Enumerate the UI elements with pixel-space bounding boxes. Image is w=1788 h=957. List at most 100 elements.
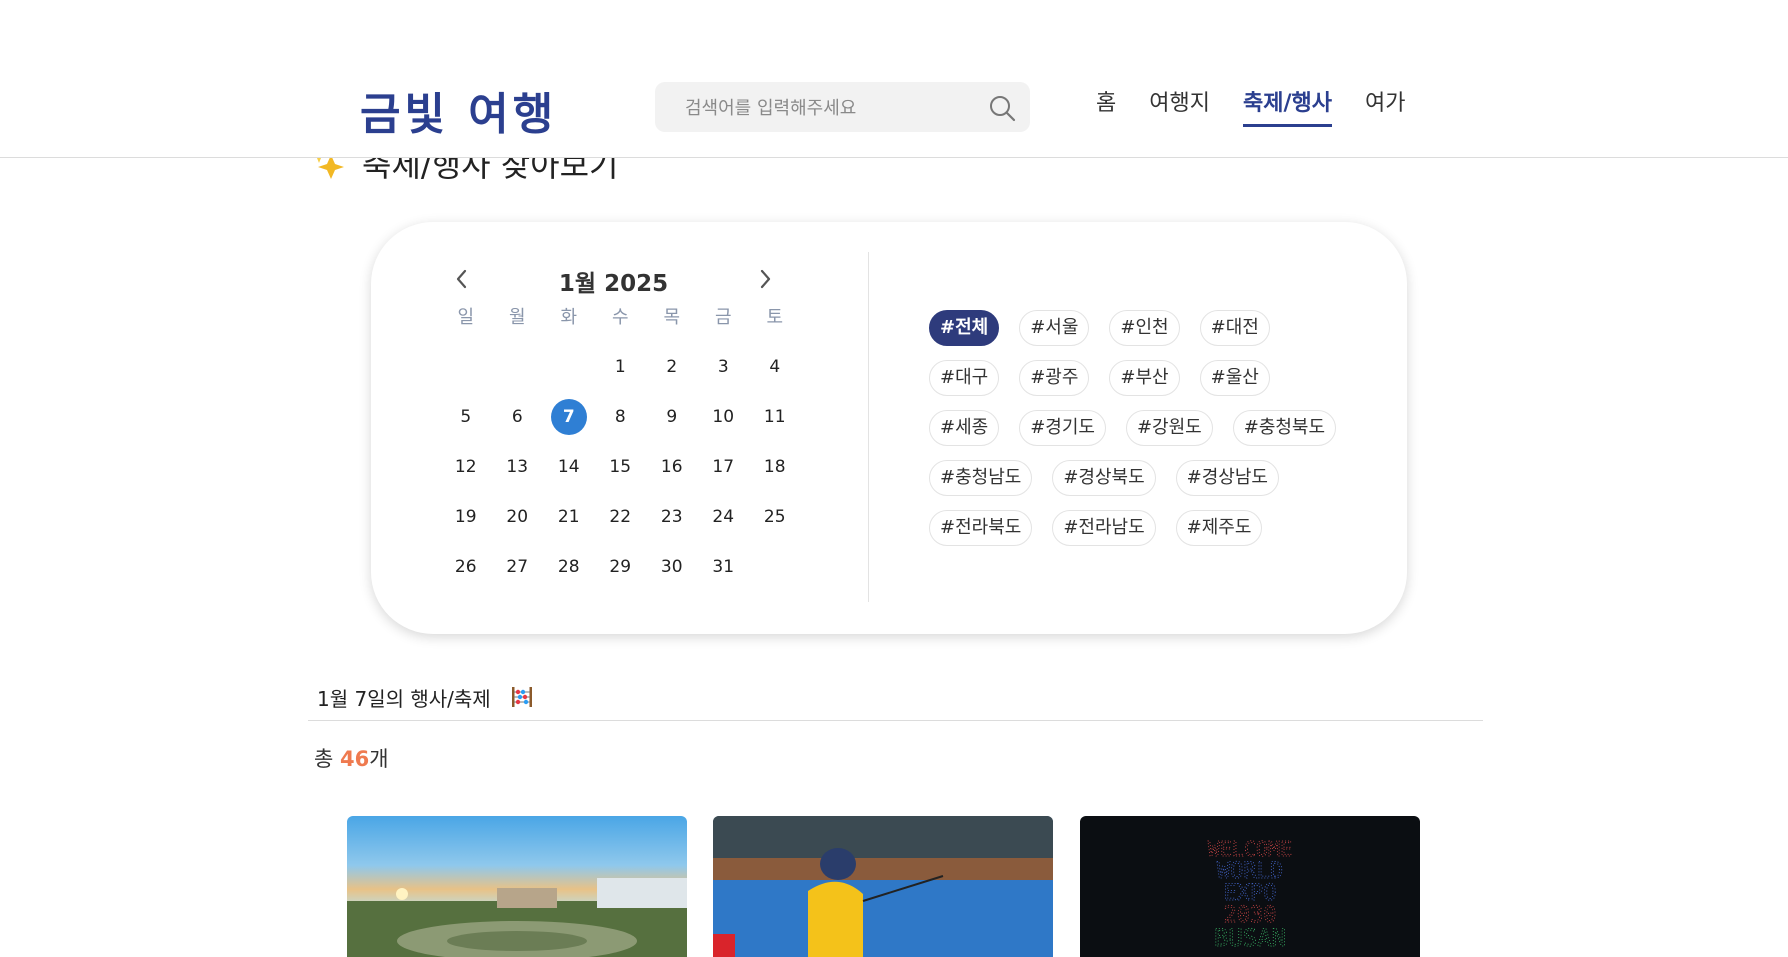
weekday-label: 화 — [560, 307, 578, 328]
search-bar[interactable] — [655, 82, 1030, 132]
calendar-day[interactable]: 18 — [749, 442, 801, 492]
nav-festivals[interactable]: 축제/행사 — [1242, 90, 1332, 127]
calendar-day[interactable]: 24 — [698, 492, 750, 542]
calendar-day[interactable]: 21 — [543, 492, 595, 542]
region-tag[interactable]: #경기도 — [1019, 410, 1106, 446]
count-number: 46 — [340, 747, 370, 771]
region-tag[interactable]: #전라북도 — [929, 510, 1033, 546]
weekday-label: 토 — [766, 307, 784, 328]
weekday-label: 수 — [611, 307, 629, 328]
calendar-day[interactable]: 23 — [646, 492, 698, 542]
region-tag[interactable]: #충청남도 — [929, 460, 1033, 496]
region-tag[interactable]: #경상북도 — [1052, 460, 1156, 496]
tag-row: #세종 #경기도 #강원도 #충청북도 — [929, 410, 1369, 446]
drone-text-line: BUSAN — [1214, 924, 1286, 952]
calendar-empty-cell — [543, 342, 595, 392]
calendar-day[interactable]: 20 — [492, 492, 544, 542]
calendar-day-label: 8 — [614, 407, 626, 427]
calendar-day[interactable]: 7 — [543, 392, 595, 442]
region-tag[interactable]: #경상남도 — [1175, 460, 1279, 496]
calendar-day[interactable]: 22 — [595, 492, 647, 542]
region-tag[interactable]: #세종 — [929, 410, 1000, 446]
nav-leisure[interactable]: 여가 — [1365, 90, 1405, 127]
event-card-drone-show[interactable]: WELCOME WORLD EXPO 2030 BUSAN — [1080, 816, 1420, 957]
calendar-day[interactable]: 16 — [646, 442, 698, 492]
calendar-day-label: 11 — [763, 407, 786, 427]
garden-sunset-photo — [347, 878, 687, 957]
calendar-day[interactable]: 5 — [440, 392, 492, 442]
region-tag[interactable]: #전라남도 — [1052, 510, 1156, 546]
calendar-empty-cell — [492, 342, 544, 392]
calendar-day-label: 29 — [609, 557, 632, 577]
calendar-day[interactable]: 29 — [595, 542, 647, 592]
calendar-day[interactable]: 25 — [749, 492, 801, 542]
calendar-day-label: 9 — [666, 407, 678, 427]
event-card-ice-fishing[interactable] — [713, 816, 1053, 957]
region-tag[interactable]: #제주도 — [1175, 510, 1263, 546]
calendar: 1월 2025 일 월 화 수 목 금 토 1 2 3 4 5 6 7 8 9 10 11 12 13 1… — [441, 262, 801, 592]
calendar-day[interactable]: 9 — [646, 392, 698, 442]
calendar-day[interactable]: 31 — [698, 542, 750, 592]
calendar-day-label: 13 — [506, 457, 529, 477]
calendar-day[interactable]: 8 — [595, 392, 647, 442]
tag-row: #전라북도 #전라남도 #제주도 — [929, 510, 1369, 546]
calendar-day[interactable]: 17 — [698, 442, 750, 492]
calendar-day[interactable]: 19 — [440, 492, 492, 542]
calendar-day[interactable]: 6 — [492, 392, 544, 442]
calendar-day[interactable]: 12 — [440, 442, 492, 492]
calendar-day[interactable]: 4 — [749, 342, 801, 392]
calendar-day-label: 25 — [763, 507, 786, 527]
calendar-day-label: 17 — [712, 457, 735, 477]
filter-panel: 1월 2025 일 월 화 수 목 금 토 1 2 3 4 5 6 7 8 9 10 11 12 13 1… — [371, 222, 1407, 634]
calendar-day-label: 27 — [506, 557, 529, 577]
calendar-day[interactable]: 13 — [492, 442, 544, 492]
nav-destinations[interactable]: 여행지 — [1149, 90, 1210, 127]
calendar-day[interactable]: 15 — [595, 442, 647, 492]
ice-fishing-photo — [713, 816, 1053, 957]
tag-row: #대구 #광주 #부산 #울산 — [929, 360, 1369, 396]
region-tag[interactable]: #강원도 — [1125, 410, 1213, 446]
calendar-day-label: 22 — [609, 507, 632, 527]
search-input[interactable] — [683, 94, 977, 122]
calendar-day-label: 6 — [511, 407, 523, 427]
region-tag[interactable]: #충청북도 — [1232, 410, 1337, 446]
event-card-garden[interactable] — [347, 816, 687, 957]
region-tag[interactable]: #광주 — [1019, 360, 1090, 396]
calendar-day-label: 10 — [712, 407, 735, 427]
result-divider — [308, 720, 1483, 721]
region-tag[interactable]: #전체 — [929, 310, 1000, 346]
calendar-day[interactable]: 14 — [543, 442, 595, 492]
region-tag[interactable]: #서울 — [1019, 310, 1090, 346]
calendar-day[interactable]: 28 — [543, 542, 595, 592]
calendar-day-label: 5 — [460, 407, 472, 427]
chevron-right-icon[interactable] — [754, 266, 776, 292]
calendar-day[interactable]: 30 — [646, 542, 698, 592]
calendar-day[interactable]: 10 — [698, 392, 750, 442]
nav-home[interactable]: 홈 — [1096, 90, 1116, 127]
calendar-day-label — [448, 349, 484, 385]
calendar-day-label: 16 — [660, 457, 683, 477]
region-tag[interactable]: #대전 — [1199, 310, 1270, 346]
abacus-icon — [512, 687, 532, 707]
site-logo[interactable]: 금빛 여행 — [360, 78, 557, 142]
calendar-day[interactable]: 2 — [646, 342, 698, 392]
region-tag[interactable]: #울산 — [1199, 360, 1270, 396]
region-tag[interactable]: #인천 — [1109, 310, 1180, 346]
search-icon[interactable] — [988, 94, 1016, 122]
calendar-day[interactable]: 11 — [749, 392, 801, 442]
calendar-day[interactable]: 1 — [595, 342, 647, 392]
region-tag[interactable]: #대구 — [929, 360, 1000, 396]
tag-row: #전체 #서울 #인천 #대전 — [929, 310, 1369, 346]
weekday-row: 일 월 화 수 목 금 토 — [440, 302, 801, 342]
calendar-day[interactable]: 3 — [698, 342, 750, 392]
site-header: 금빛 여행 홈 여행지 축제/행사 여가 — [0, 0, 1788, 158]
calendar-day-label: 26 — [454, 557, 477, 577]
calendar-day[interactable]: 26 — [440, 542, 492, 592]
calendar-day-label: 7 — [550, 399, 587, 435]
calendar-day-label: 30 — [660, 557, 683, 577]
main-nav: 홈 여행지 축제/행사 여가 — [1096, 90, 1438, 127]
calendar-day[interactable]: 27 — [492, 542, 544, 592]
calendar-day-label: 3 — [717, 357, 729, 377]
calendar-day-label: 2 — [666, 357, 678, 377]
region-tag[interactable]: #부산 — [1109, 360, 1180, 396]
